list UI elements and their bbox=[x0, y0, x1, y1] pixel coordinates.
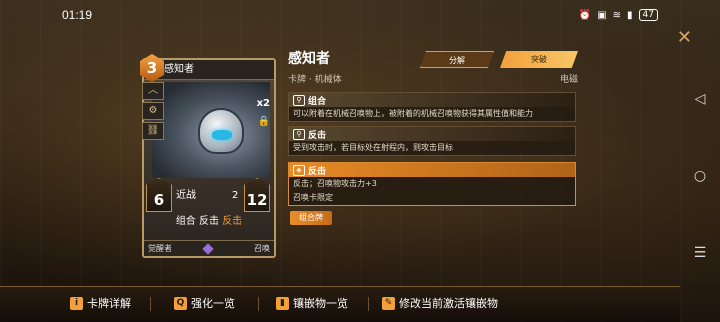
mid-stat: 2 bbox=[232, 190, 239, 201]
attack-stat: 6 bbox=[146, 178, 172, 212]
lock-icon: 🔒 bbox=[257, 116, 270, 127]
ability-desc: 反击；召唤物攻击力+3 bbox=[293, 179, 377, 188]
inlay-list-label: 镶嵌物一览 bbox=[293, 297, 348, 310]
signal-icon: ▮ bbox=[627, 9, 633, 21]
ability-desc: 受到攻击时，若目标处在射程内，则攻击目标 bbox=[293, 143, 453, 152]
ability-counter: ⚲ 反击 受到攻击时，若目标处在射程内，则攻击目标 bbox=[288, 126, 576, 156]
combo-card-tag: 组合牌 bbox=[290, 211, 332, 225]
hd-icon: ▣ bbox=[597, 9, 607, 21]
edit-icon: ✎ bbox=[382, 296, 395, 310]
gem-icon bbox=[202, 243, 214, 255]
combo-icon: ⚲ bbox=[293, 94, 305, 106]
enhance-list-label: 强化一览 bbox=[191, 297, 235, 310]
info-icon: i bbox=[70, 296, 83, 310]
ability-desc: 可以附着在机械召唤物上，被附着的机械召唤物获得其属性值和能力 bbox=[293, 109, 533, 118]
card-stats: 6 近战 2 12 bbox=[144, 178, 274, 212]
ability-name: 反击 bbox=[308, 130, 327, 141]
chevron-up-icon: ︿ bbox=[142, 82, 164, 100]
dismantle-button[interactable]: 分解 bbox=[420, 51, 494, 68]
inlay-icon: ◈ bbox=[293, 164, 305, 176]
ability-name: 组合 bbox=[308, 96, 327, 107]
alarm-icon: ⏰ bbox=[578, 9, 592, 21]
status-icons: ⏰ ▣ ≋ ▮ 47 bbox=[579, 9, 658, 21]
ability-counter-inlay: ◈ 反击 反击；召唤物攻击力+3 召唤卡限定 bbox=[288, 162, 576, 206]
keyword-combo: 组合 bbox=[175, 216, 196, 227]
health-stat: 12 bbox=[244, 178, 270, 212]
keyword-counter-highlight: 反击 bbox=[222, 216, 243, 227]
search-icon: Q bbox=[174, 296, 187, 310]
counter-icon: ⚲ bbox=[293, 128, 305, 140]
card-footer: 觉醒者 召唤 bbox=[144, 240, 274, 256]
bookmark-icon: ▮ bbox=[276, 296, 289, 310]
card-details-label: 卡牌详解 bbox=[87, 297, 131, 310]
ability-combo: ⚲ 组合 可以附着在机械召唤物上，被附着的机械召唤物获得其属性值和能力 bbox=[288, 92, 576, 122]
card-keywords: 组合 反击 反击 bbox=[144, 212, 274, 227]
card-type: 召唤 bbox=[254, 244, 270, 253]
modify-inlay-label: 修改当前激活镶嵌物 bbox=[399, 297, 498, 310]
android-nav: ◁ ○ ☰ bbox=[680, 30, 720, 322]
card-art bbox=[152, 82, 270, 178]
menu-icon[interactable]: ☰ bbox=[694, 245, 707, 261]
keyword-counter: 反击 bbox=[199, 216, 219, 227]
status-bar: 01:19 ⏰ ▣ ≋ ▮ 47 bbox=[0, 0, 720, 30]
wifi-icon: ≋ bbox=[612, 9, 622, 21]
inlay-list-button[interactable]: ▮ 镶嵌物一览 bbox=[276, 295, 348, 311]
status-time: 01:19 bbox=[62, 8, 93, 22]
divider bbox=[150, 297, 151, 311]
card-details-button[interactable]: i 卡牌详解 bbox=[70, 295, 131, 311]
ability-desc-extra: 召唤卡限定 bbox=[293, 193, 333, 202]
bottom-bar: i 卡牌详解 Q 强化一览 ▮ 镶嵌物一览 ✎ 修改当前激活镶嵌物 bbox=[0, 286, 680, 322]
home-icon[interactable]: ○ bbox=[694, 168, 706, 184]
ability-name: 反击 bbox=[308, 166, 327, 177]
card-side-icons: ︿ ⚙ ⛓ bbox=[142, 82, 164, 140]
divider bbox=[368, 297, 369, 311]
link-icon: ⛓ bbox=[142, 122, 164, 140]
card[interactable]: 感知者 3 ︿ ⚙ ⛓ x2 🔒 6 近战 2 12 组合 反击 反击 觉醒者 … bbox=[140, 54, 276, 258]
detail-subtitle-row: 卡牌 · 机械体 电磁 bbox=[288, 72, 580, 85]
mech-icon: ⚙ bbox=[142, 102, 164, 120]
card-multiplier: x2 bbox=[256, 98, 270, 109]
breakthrough-button[interactable]: 突破 bbox=[500, 51, 578, 68]
range-label: 近战 bbox=[176, 190, 196, 201]
robot-eye bbox=[212, 130, 232, 140]
divider bbox=[258, 297, 259, 311]
battery-icon: 47 bbox=[638, 9, 658, 21]
modify-inlay-button[interactable]: ✎ 修改当前激活镶嵌物 bbox=[382, 295, 498, 311]
back-icon[interactable]: ◁ bbox=[695, 91, 706, 107]
card-faction: 觉醒者 bbox=[148, 244, 172, 253]
enhance-list-button[interactable]: Q 强化一览 bbox=[174, 295, 235, 311]
detail-subtitle: 卡牌 · 机械体 bbox=[288, 75, 342, 85]
detail-element: 电磁 bbox=[559, 75, 578, 85]
